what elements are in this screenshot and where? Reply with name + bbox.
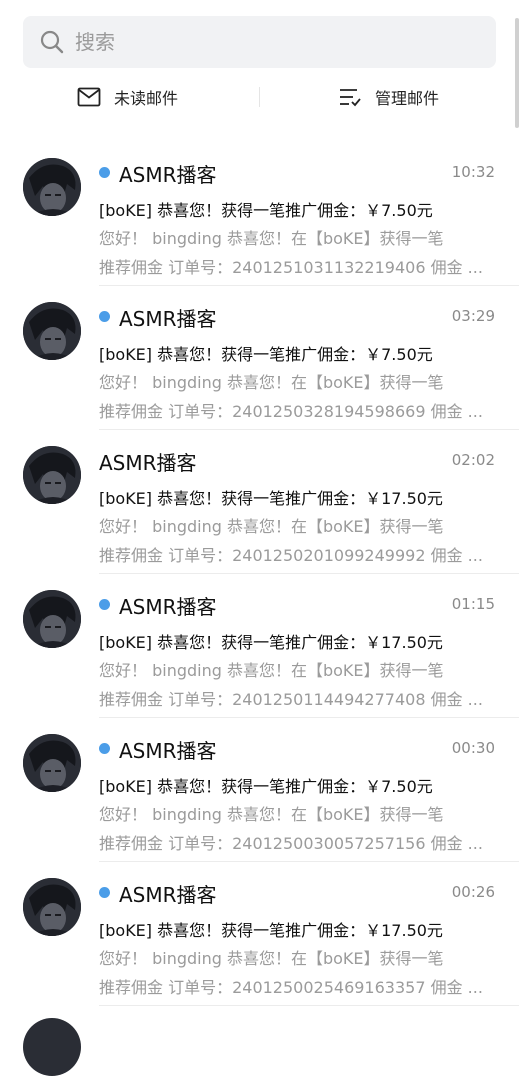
sender-name: ASMR播客: [99, 451, 197, 475]
avatar: [23, 446, 81, 504]
email-item[interactable]: ASMR播客 10:32 [boKE] 恭喜您！获得一笔推广佣金：￥7.50元 …: [0, 142, 519, 286]
email-time: 00:26: [451, 883, 495, 901]
action-bar: 未读邮件 管理邮件: [0, 74, 519, 120]
divider: [99, 1005, 519, 1006]
sender-name: ASMR播客: [119, 739, 217, 763]
search-bar[interactable]: [23, 16, 496, 68]
email-time: 10:32: [451, 163, 495, 181]
unread-mail-label: 未读邮件: [114, 89, 179, 108]
search-icon: [40, 30, 64, 54]
email-time: 02:02: [451, 451, 495, 469]
sender-name: ASMR播客: [119, 307, 217, 331]
email-preview-line1: 您好！ bingding 恭喜您！在【boKE】获得一笔: [99, 229, 444, 248]
email-subject: [boKE] 恭喜您！获得一笔推广佣金：￥7.50元: [99, 201, 433, 220]
unread-dot: [99, 311, 110, 322]
email-preview-line2: 推荐佣金 订单号：2401250328194598669 佣金 ...: [99, 402, 483, 421]
email-subject: [boKE] 恭喜您！获得一笔推广佣金：￥17.50元: [99, 921, 443, 940]
avatar: [23, 878, 81, 936]
email-time: 03:29: [451, 307, 495, 325]
unread-dot: [99, 599, 110, 610]
sender-name: ASMR播客: [119, 883, 217, 907]
checklist-icon: [340, 89, 361, 107]
avatar: [23, 302, 81, 360]
email-preview-line2: 推荐佣金 订单号：2401250114494277408 佣金 ...: [99, 690, 483, 709]
email-list: ASMR播客 10:32 [boKE] 恭喜您！获得一笔推广佣金：￥7.50元 …: [0, 142, 519, 1006]
email-preview-line1: 您好！ bingding 恭喜您！在【boKE】获得一笔: [99, 805, 444, 824]
email-item[interactable]: ASMR播客 02:02 [boKE] 恭喜您！获得一笔推广佣金：￥17.50元…: [0, 430, 519, 574]
email-item[interactable]: ASMR播客 00:26 [boKE] 恭喜您！获得一笔推广佣金：￥17.50元…: [0, 862, 519, 1006]
email-subject: [boKE] 恭喜您！获得一笔推广佣金：￥7.50元: [99, 345, 433, 364]
email-preview-line1: 您好！ bingding 恭喜您！在【boKE】获得一笔: [99, 661, 444, 680]
unread-dot: [99, 167, 110, 178]
avatar: [23, 734, 81, 792]
search-input[interactable]: [73, 29, 457, 55]
unread-mail-button[interactable]: 未读邮件: [77, 74, 178, 120]
sender-name: ASMR播客: [119, 163, 217, 187]
unread-dot: [99, 743, 110, 754]
email-item[interactable]: ASMR播客 00:30 [boKE] 恭喜您！获得一笔推广佣金：￥7.50元 …: [0, 718, 519, 862]
avatar: [23, 590, 81, 648]
email-preview-line1: 您好！ bingding 恭喜您！在【boKE】获得一笔: [99, 949, 444, 968]
email-preview-line2: 推荐佣金 订单号：2401250201099249992 佣金 ...: [99, 546, 483, 565]
email-preview-line2: 推荐佣金 订单号：2401250025469163357 佣金 ...: [99, 978, 483, 997]
email-subject: [boKE] 恭喜您！获得一笔推广佣金：￥17.50元: [99, 633, 443, 652]
avatar: [23, 158, 81, 216]
email-item[interactable]: ASMR播客 03:29 [boKE] 恭喜您！获得一笔推广佣金：￥7.50元 …: [0, 286, 519, 430]
envelope-icon: [77, 87, 101, 107]
email-time: 00:30: [451, 739, 495, 757]
email-subject: [boKE] 恭喜您！获得一笔推广佣金：￥17.50元: [99, 489, 443, 508]
sender-name: ASMR播客: [119, 595, 217, 619]
manage-mail-button[interactable]: 管理邮件: [338, 74, 439, 120]
email-subject: [boKE] 恭喜您！获得一笔推广佣金：￥7.50元: [99, 777, 433, 796]
email-item[interactable]: ASMR播客 01:15 [boKE] 恭喜您！获得一笔推广佣金：￥17.50元…: [0, 574, 519, 718]
unread-dot: [99, 887, 110, 898]
avatar: [23, 1018, 81, 1076]
email-preview-line1: 您好！ bingding 恭喜您！在【boKE】获得一笔: [99, 373, 444, 392]
email-preview-line2: 推荐佣金 订单号：2401251031132219406 佣金 ...: [99, 258, 483, 277]
manage-mail-label: 管理邮件: [375, 89, 440, 108]
email-preview-line1: 您好！ bingding 恭喜您！在【boKE】获得一笔: [99, 517, 444, 536]
email-preview-line2: 推荐佣金 订单号：2401250030057257156 佣金 ...: [99, 834, 483, 853]
action-divider: [259, 87, 260, 107]
email-time: 01:15: [451, 595, 495, 613]
